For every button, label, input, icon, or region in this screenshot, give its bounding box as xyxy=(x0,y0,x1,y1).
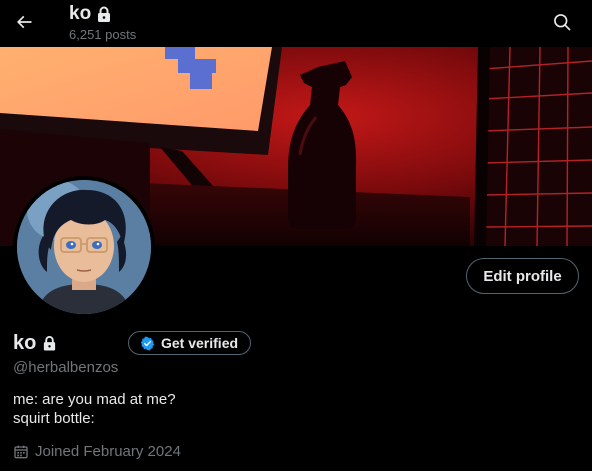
lock-icon xyxy=(42,335,57,352)
get-verified-button[interactable]: Get verified xyxy=(128,331,252,355)
search-icon xyxy=(554,14,571,31)
display-name: ko xyxy=(13,332,37,354)
calendar-icon xyxy=(14,445,28,458)
profile-handle: @herbalbenzos xyxy=(13,359,119,376)
header-titles: ko 6,251 posts xyxy=(69,3,136,43)
arrow-left-icon xyxy=(16,15,32,29)
bio-line: squirt bottle: xyxy=(13,410,95,427)
avatar-image xyxy=(17,180,151,314)
search-button[interactable] xyxy=(546,6,578,38)
posts-count: 6,251 posts xyxy=(69,27,137,42)
lock-icon xyxy=(98,6,111,22)
joined-date-row: Joined February 2024 xyxy=(13,443,181,460)
verified-badge-icon xyxy=(140,336,155,350)
profile-bio: me: are you mad at me? squirt bottle: xyxy=(13,390,176,428)
joined-date: Joined February 2024 xyxy=(35,443,181,460)
header-name: ko xyxy=(69,3,92,24)
top-bar: ko 6,251 posts xyxy=(0,0,592,47)
get-verified-label: Get verified xyxy=(161,335,239,351)
bio-line: me: are you mad at me? xyxy=(13,391,176,408)
profile-page: ko 6,251 posts Edit profile ko Get verif… xyxy=(0,0,592,471)
edit-profile-button[interactable]: Edit profile xyxy=(466,258,579,294)
profile-name-row: ko xyxy=(13,331,57,355)
back-button[interactable] xyxy=(8,6,40,38)
header-name-row: ko xyxy=(69,3,136,25)
avatar[interactable] xyxy=(13,176,155,318)
